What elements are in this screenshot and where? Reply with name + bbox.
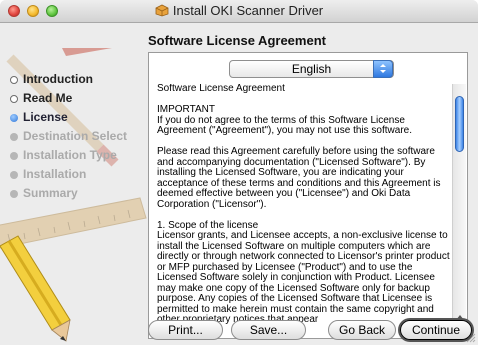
step-installation: Installation [10, 165, 127, 184]
installer-package-icon [155, 4, 169, 17]
step-label: Destination Select [23, 129, 128, 143]
step-license: License [10, 108, 127, 127]
title-bar[interactable]: Install OKI Scanner Driver [0, 0, 478, 23]
license-paragraph: IMPORTANT If you do not agree to the ter… [157, 104, 412, 136]
window-title-wrap: Install OKI Scanner Driver [0, 0, 478, 22]
step-label: Summary [23, 186, 78, 200]
language-select[interactable]: English [229, 60, 394, 78]
license-paragraph: 1. Scope of the license Licensor grants,… [157, 219, 450, 325]
page-title: Software License Agreement [148, 33, 326, 48]
step-bullet-icon [10, 151, 18, 160]
license-panel: English Software License Agreement IMPOR… [148, 52, 468, 339]
step-installation-type: Installation Type [10, 146, 127, 165]
step-bullet-icon [10, 132, 18, 141]
step-label: License [23, 110, 68, 124]
scroll-thumb[interactable] [455, 96, 464, 152]
step-bullet-icon [10, 189, 18, 198]
print-button[interactable]: Print... [148, 320, 223, 340]
go-back-button[interactable]: Go Back [328, 320, 396, 340]
save-button[interactable]: Save... [231, 320, 306, 340]
step-summary: Summary [10, 184, 127, 203]
step-bullet-icon [10, 170, 18, 179]
license-paragraph: Please read this Agreement carefully bef… [157, 146, 441, 210]
step-bullet-icon [10, 94, 18, 103]
step-introduction: Introduction [10, 70, 127, 89]
license-text[interactable]: Software License Agreement IMPORTANT If … [157, 84, 453, 334]
step-label: Read Me [23, 91, 73, 105]
step-destination-select: Destination Select [10, 127, 127, 146]
step-bullet-icon [10, 75, 18, 84]
window-title: Install OKI Scanner Driver [172, 3, 324, 18]
step-label: Installation Type [23, 148, 117, 162]
step-label: Introduction [23, 72, 93, 86]
step-read-me: Read Me [10, 89, 127, 108]
resize-grip-icon[interactable] [466, 333, 476, 343]
license-paragraph: Software License Agreement [157, 84, 285, 94]
installer-window: Install OKI Scanner Driver Software Lice… [0, 0, 478, 345]
continue-button[interactable]: Continue [400, 320, 472, 340]
select-arrows-icon[interactable] [373, 60, 393, 78]
install-steps-list: Introduction Read Me License Destination… [10, 70, 127, 203]
step-label: Installation [23, 167, 87, 181]
vertical-scrollbar[interactable] [452, 84, 466, 334]
current-step-bullet-icon [10, 113, 18, 122]
language-select-value: English [291, 62, 332, 76]
